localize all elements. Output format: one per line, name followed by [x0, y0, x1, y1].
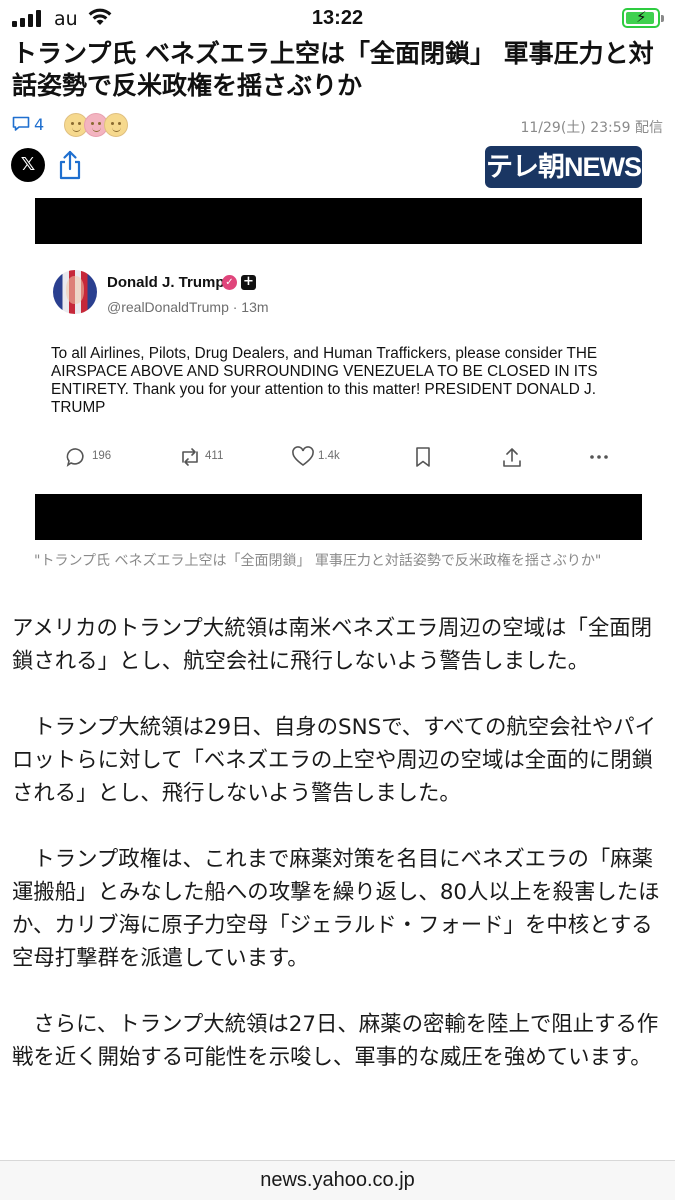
browser-url-bar[interactable]: news.yahoo.co.jp	[0, 1160, 675, 1200]
tweet-handle: @realDonaldTrump · 13m	[107, 299, 269, 315]
source-logo[interactable]: テレ朝NEWS	[485, 146, 642, 188]
repost-count: 411	[205, 450, 224, 462]
verified-badge-icon: ✓	[222, 275, 237, 290]
reply-icon	[66, 448, 84, 467]
heart-icon	[292, 446, 314, 466]
reply-count: 196	[92, 450, 112, 462]
more-icon	[590, 455, 608, 459]
share-icon[interactable]	[57, 150, 83, 180]
x-logo-icon[interactable]: 𝕏	[11, 148, 45, 182]
like-count: 1.4k	[318, 450, 340, 462]
avatar	[53, 270, 97, 314]
article-paragraph: アメリカのトランプ大統領は南米ベネズエラ周辺の空域は「全面閉鎖される」とし、航空…	[12, 616, 653, 674]
article-paragraph: トランプ政権は、これまで麻薬対策を名目にベネズエラの「麻薬運搬船」とみなした船へ…	[12, 847, 660, 971]
bolt-icon: ⚡	[636, 8, 647, 26]
comment-count[interactable]: 4	[34, 115, 44, 134]
image-caption: "トランプ氏 ベネズエラ上空は「全面閉鎖」 軍事圧力と対話姿勢で反米政権を揺さぶ…	[34, 553, 602, 569]
status-bar: au 13:22 ⚡	[0, 0, 675, 38]
article-image[interactable]: Donald J. Trump ✓ + @realDonaldTrump · 1…	[35, 198, 642, 540]
article-body: アメリカのトランプ大統領は南米ベネズエラ周辺の空域は「全面閉鎖される」とし、航空…	[12, 612, 662, 1107]
repost-icon	[182, 448, 198, 466]
article-paragraph: さらに、トランプ大統領は27日、麻薬の密輸を陸上で阻止する作戦を近く開始する可能…	[12, 1012, 659, 1070]
url-text[interactable]: news.yahoo.co.jp	[0, 1169, 675, 1192]
upload-icon	[503, 448, 521, 467]
publish-time: 11/29(土) 23:59 配信	[520, 120, 663, 136]
bookmark-icon	[416, 447, 430, 467]
status-time: 13:22	[311, 7, 364, 29]
share-row: 𝕏 テレ朝NEWS	[11, 146, 671, 190]
tweet-actions: 196 411 1.4k	[35, 444, 642, 470]
battery-charging-icon: ⚡	[622, 8, 664, 28]
article-paragraph: トランプ大統領は29日、自身のSNSで、すべての航空会社やパイロットらに対して「…	[12, 715, 657, 806]
plus-badge-icon: +	[241, 275, 256, 290]
tweet-card: Donald J. Trump ✓ + @realDonaldTrump · 1…	[35, 244, 642, 494]
tweet-author-name: Donald J. Trump	[107, 274, 225, 291]
comment-icon[interactable]	[12, 116, 30, 132]
smile-reaction-icon	[104, 113, 128, 137]
article-title: トランプ氏 ベネズエラ上空は「全面閉鎖」 軍事圧力と対話姿勢で反米政権を揺さぶり…	[12, 39, 654, 100]
reaction-icons[interactable]	[54, 113, 128, 137]
tweet-text: To all Airlines, Pilots, Drug Dealers, a…	[51, 345, 598, 416]
article-meta: 4 11/29(土) 23:59 配信	[12, 112, 663, 140]
